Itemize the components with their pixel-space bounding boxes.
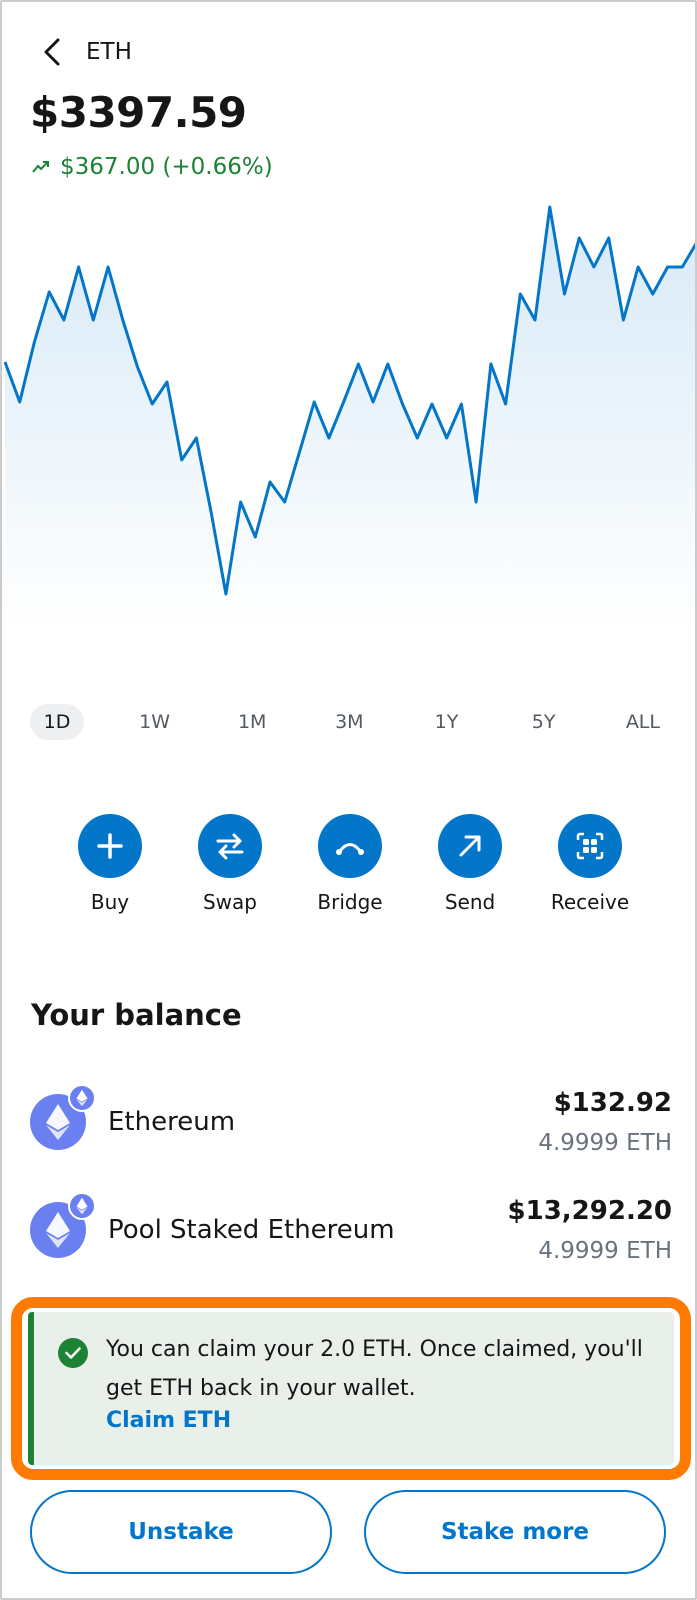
action-bar: Buy Swap Bridge Send Receive: [60, 814, 640, 914]
screen: ETH $3397.59 $367.00 (+0.66%) 1D 1W 1M 3…: [0, 0, 697, 1600]
asset-name: Ethereum: [108, 1107, 236, 1137]
asset-fiat-value: $132.92: [553, 1088, 672, 1118]
back-button[interactable]: [42, 32, 76, 72]
send-label: Send: [444, 890, 496, 914]
range-1w[interactable]: 1W: [127, 704, 182, 740]
highlight-outline: You can claim your 2.0 ETH. Once claimed…: [11, 1297, 691, 1480]
bridge-icon: [318, 814, 382, 878]
stake-more-button[interactable]: Stake more: [364, 1490, 666, 1574]
qr-code-icon: [558, 814, 622, 878]
chevron-left-icon: [44, 38, 60, 66]
receive-button[interactable]: Receive: [540, 814, 640, 914]
claim-notice-text: You can claim your 2.0 ETH. Once claimed…: [106, 1337, 643, 1401]
asset-values: $13,292.20 4.9999 ETH: [508, 1196, 672, 1264]
ethereum-icon: [30, 1192, 96, 1258]
range-all[interactable]: ALL: [614, 704, 672, 740]
bridge-label: Bridge: [317, 890, 383, 914]
price-change-text: $367.00 (+0.66%): [60, 154, 273, 180]
claim-eth-link[interactable]: Claim ETH: [106, 1408, 231, 1433]
asset-token-amount: 4.9999 ETH: [538, 1238, 672, 1264]
asset-token-amount: 4.9999 ETH: [538, 1130, 672, 1156]
asset-values: $132.92 4.9999 ETH: [538, 1088, 672, 1156]
send-button[interactable]: Send: [420, 814, 520, 914]
header: ETH: [42, 32, 132, 72]
range-1d[interactable]: 1D: [30, 704, 84, 740]
asset-fiat-value: $13,292.20: [507, 1196, 672, 1226]
buy-button[interactable]: Buy: [60, 814, 160, 914]
check-circle-icon: [58, 1338, 88, 1368]
receive-label: Receive: [550, 890, 630, 914]
arrow-up-right-icon: [438, 814, 502, 878]
price-change: $367.00 (+0.66%): [32, 154, 273, 180]
ethereum-icon: [30, 1084, 96, 1150]
plus-icon: [78, 814, 142, 878]
range-3m[interactable]: 3M: [322, 704, 376, 740]
page-title: ETH: [86, 39, 132, 65]
buy-label: Buy: [90, 890, 130, 914]
range-5y[interactable]: 5Y: [517, 704, 571, 740]
swap-button[interactable]: Swap: [180, 814, 280, 914]
price-chart[interactable]: [2, 192, 697, 632]
balance-heading: Your balance: [31, 998, 242, 1032]
unstake-button[interactable]: Unstake: [30, 1490, 332, 1574]
trending-up-icon: [32, 157, 52, 177]
asset-row-ethereum[interactable]: Ethereum $132.92 4.9999 ETH: [30, 1082, 672, 1162]
ethereum-network-badge-icon: [68, 1084, 96, 1112]
time-range-selector: 1D 1W 1M 3M 1Y 5Y ALL: [30, 704, 672, 740]
ethereum-network-badge-icon: [68, 1192, 96, 1220]
range-1y[interactable]: 1Y: [420, 704, 474, 740]
asset-name: Pool Staked Ethereum: [108, 1215, 395, 1245]
range-1m[interactable]: 1M: [225, 704, 279, 740]
swap-arrows-icon: [198, 814, 262, 878]
claim-notice-banner: You can claim your 2.0 ETH. Once claimed…: [28, 1312, 674, 1465]
swap-label: Swap: [202, 890, 257, 914]
asset-row-pool-staked-ethereum[interactable]: Pool Staked Ethereum $13,292.20 4.9999 E…: [30, 1190, 672, 1270]
bridge-button[interactable]: Bridge: [300, 814, 400, 914]
price-value: $3397.59: [30, 88, 247, 137]
